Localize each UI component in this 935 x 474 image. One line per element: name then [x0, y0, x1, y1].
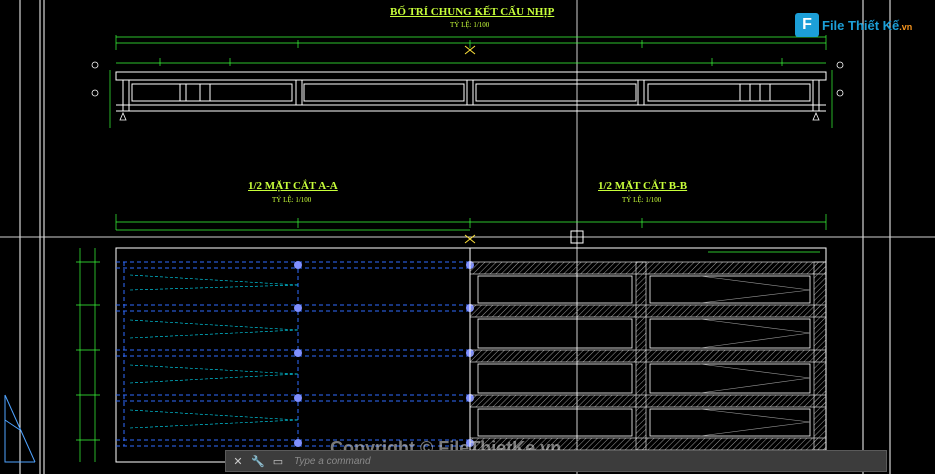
logo-name: File Thiết Kế — [822, 17, 900, 33]
wrench-icon[interactable]: 🔧 — [250, 453, 266, 469]
top-elevation-title: BỐ TRÍ CHUNG KẾT CẤU NHỊP — [390, 6, 555, 18]
section-a-scale: TỶ LỆ: 1/100 — [272, 196, 312, 204]
logo-mark: F — [795, 13, 819, 37]
command-input[interactable] — [292, 454, 856, 468]
logo-text: File Thiết Kế.vn — [822, 18, 912, 33]
centerline-marker — [464, 45, 476, 244]
section-b-title: 1/2 MẶT CẮT B-B — [598, 180, 688, 192]
elevation-beam — [115, 71, 827, 112]
section-dimensions — [76, 214, 827, 462]
top-elevation-scale: TỶ LỆ: 1/100 — [450, 21, 490, 29]
cad-drawing-canvas[interactable] — [0, 0, 935, 474]
section-a-plan — [115, 247, 474, 463]
command-line-bar: ✕ 🔧 ▭ — [225, 450, 887, 472]
section-b-scale: TỶ LỆ: 1/100 — [622, 196, 662, 204]
close-icon[interactable]: ✕ — [230, 453, 246, 469]
section-b-plan — [469, 247, 827, 463]
section-a-title: 1/2 MẶT CẮT A-A — [248, 180, 338, 192]
filethietke-logo: F File Thiết Kế.vn — [795, 10, 912, 40]
command-prompt-icon[interactable]: ▭ — [270, 453, 286, 469]
logo-suffix: .vn — [899, 21, 913, 32]
